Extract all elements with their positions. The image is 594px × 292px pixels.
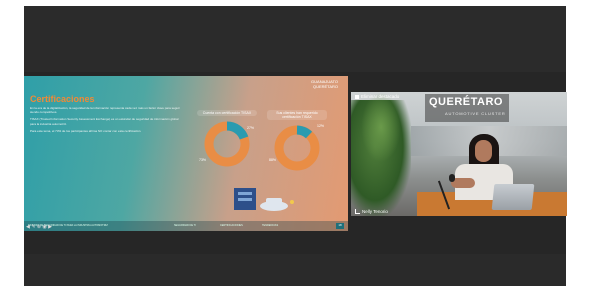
slide-paragraph: En la era de la digitalización, la segur… [30, 106, 180, 115]
microphone-icon [449, 174, 455, 182]
laptop [491, 184, 535, 210]
slide-page-number: 18 [336, 223, 344, 229]
participant-video[interactable]: QUERÉTARO AUTOMOTIVE CLUSTER Eliminar de… [351, 92, 567, 216]
bottom-letterbox [24, 254, 566, 286]
unpin-button[interactable]: Eliminar destacado [355, 94, 399, 99]
slide-title: Certificaciones [30, 94, 95, 104]
donut-chart-2: Sus clientes han requerido certificación… [267, 110, 327, 177]
audio-signal-icon [355, 209, 360, 214]
shared-slide: GUANAJUATO QUERÉTARO Certificaciones En … [24, 76, 348, 231]
background-plant [361, 92, 401, 162]
slide-paragraph: TISAX (Trusted Information Security Asse… [30, 117, 179, 126]
donut-2-label: Sus clientes han requerido certificación… [267, 110, 327, 120]
donut-2-pct-a: 88% [269, 158, 277, 162]
server-car-illustration [234, 188, 294, 211]
donut-2-pct-b: 12% [317, 124, 325, 128]
person-face [475, 140, 492, 162]
brand-logo-text: QUERÉTARO [429, 96, 503, 108]
slide-logo: GUANAJUATO QUERÉTARO [311, 79, 338, 89]
participant-name: Nelly Tenorio [355, 209, 388, 214]
pin-icon [355, 94, 359, 99]
slide-footer: ESTUDIO DE SEGURIDAD DE TI PARA LA INDUS… [24, 221, 348, 231]
donut-1-pct-a: 73% [199, 158, 207, 162]
donut-chart-1: Cuenta con certificación TISAX 73% 27% [197, 110, 257, 173]
donut-1-pct-b: 27% [247, 126, 255, 130]
top-letterbox [24, 6, 566, 72]
slide-navigation-toolbar[interactable]: ◀ ✎ ⊕ ◉ ▶ [26, 224, 52, 230]
brand-logo-subtitle: AUTOMOTIVE CLUSTER [445, 111, 506, 116]
slide-paragraph: Para este tema, el 73% de los participan… [30, 128, 142, 133]
slide-body: En la era de la digitalización, la segur… [30, 106, 180, 136]
